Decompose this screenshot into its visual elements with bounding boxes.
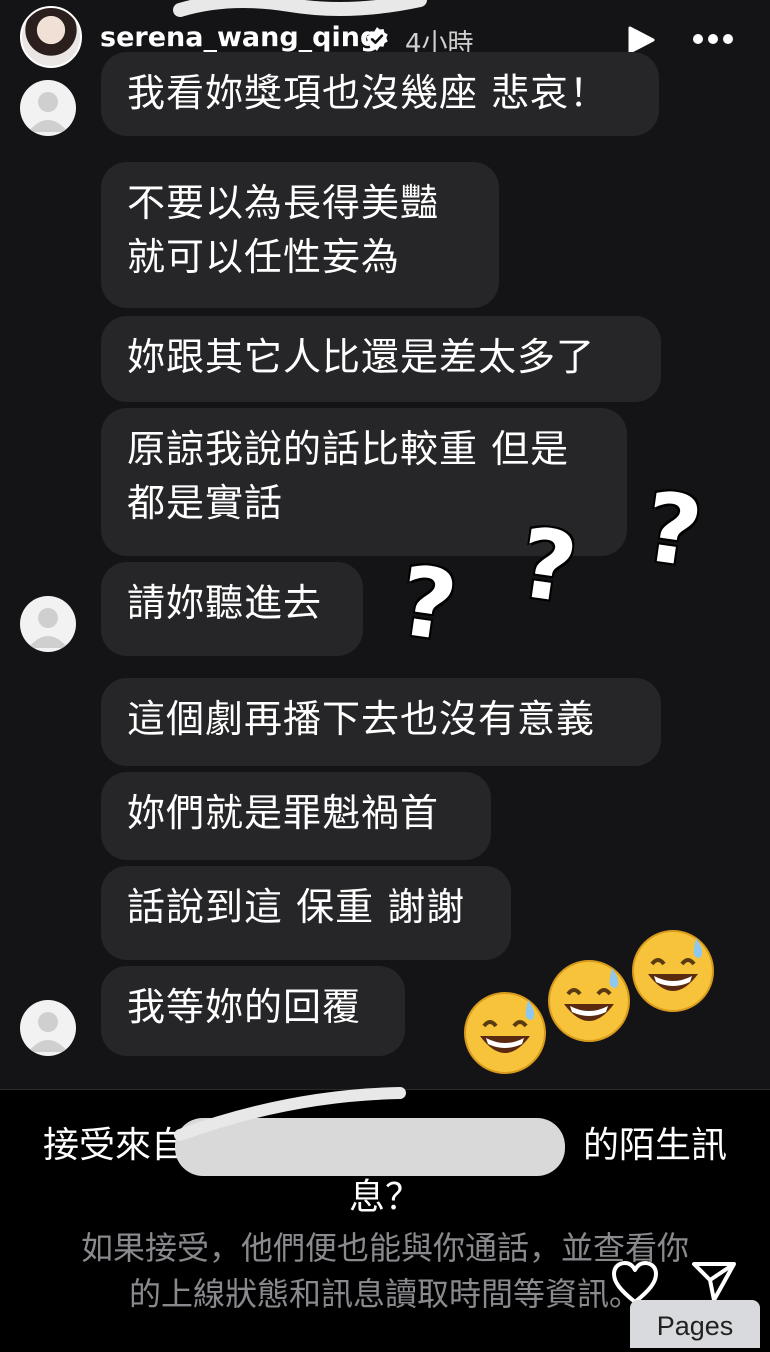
send-icon[interactable] bbox=[690, 1260, 738, 1304]
message-bubble[interactable]: 不要以為長得美豔 就可以任性妄為 bbox=[101, 162, 499, 308]
story-avatar[interactable] bbox=[20, 6, 82, 68]
message-bubble[interactable]: 話說到這 保重 謝謝 bbox=[101, 866, 511, 960]
message-bubble[interactable]: 妳跟其它人比還是差太多了 bbox=[101, 316, 661, 402]
sender-avatar[interactable] bbox=[20, 1000, 76, 1056]
sender-avatar[interactable] bbox=[20, 80, 76, 136]
message-bubble[interactable]: 我看妳獎項也沒幾座 悲哀！ bbox=[101, 52, 659, 136]
message-bubble[interactable]: 妳們就是罪魁禍首 bbox=[101, 772, 491, 860]
sweat-smile-emoji bbox=[632, 930, 714, 1012]
request-desc-line2: 的上線狀態和訊息讀取時間等資訊。 bbox=[128, 1275, 641, 1313]
request-title-right: ）的陌生訊 bbox=[547, 1125, 728, 1166]
redaction-scribble bbox=[173, 0, 427, 17]
pages-tab[interactable]: Pages bbox=[630, 1300, 760, 1348]
more-icon[interactable] bbox=[690, 24, 736, 54]
redaction-scribble bbox=[174, 1087, 406, 1141]
sender-avatar[interactable] bbox=[20, 596, 76, 652]
message-bubble[interactable]: 我等妳的回覆 bbox=[101, 966, 405, 1056]
play-icon[interactable] bbox=[626, 26, 656, 54]
sweat-smile-emoji bbox=[548, 960, 630, 1042]
request-title-line2: 息？ bbox=[348, 1177, 421, 1218]
message-bubble[interactable]: 這個劇再播下去也沒有意義 bbox=[101, 678, 661, 766]
request-title-left: 接受來自 bbox=[42, 1125, 187, 1166]
sweat-smile-emoji bbox=[464, 992, 546, 1074]
message-bubble[interactable]: 請妳聽進去 bbox=[101, 562, 363, 656]
request-desc-line1: 如果接受，他們便也能與你通話，並查看你 bbox=[80, 1229, 689, 1267]
